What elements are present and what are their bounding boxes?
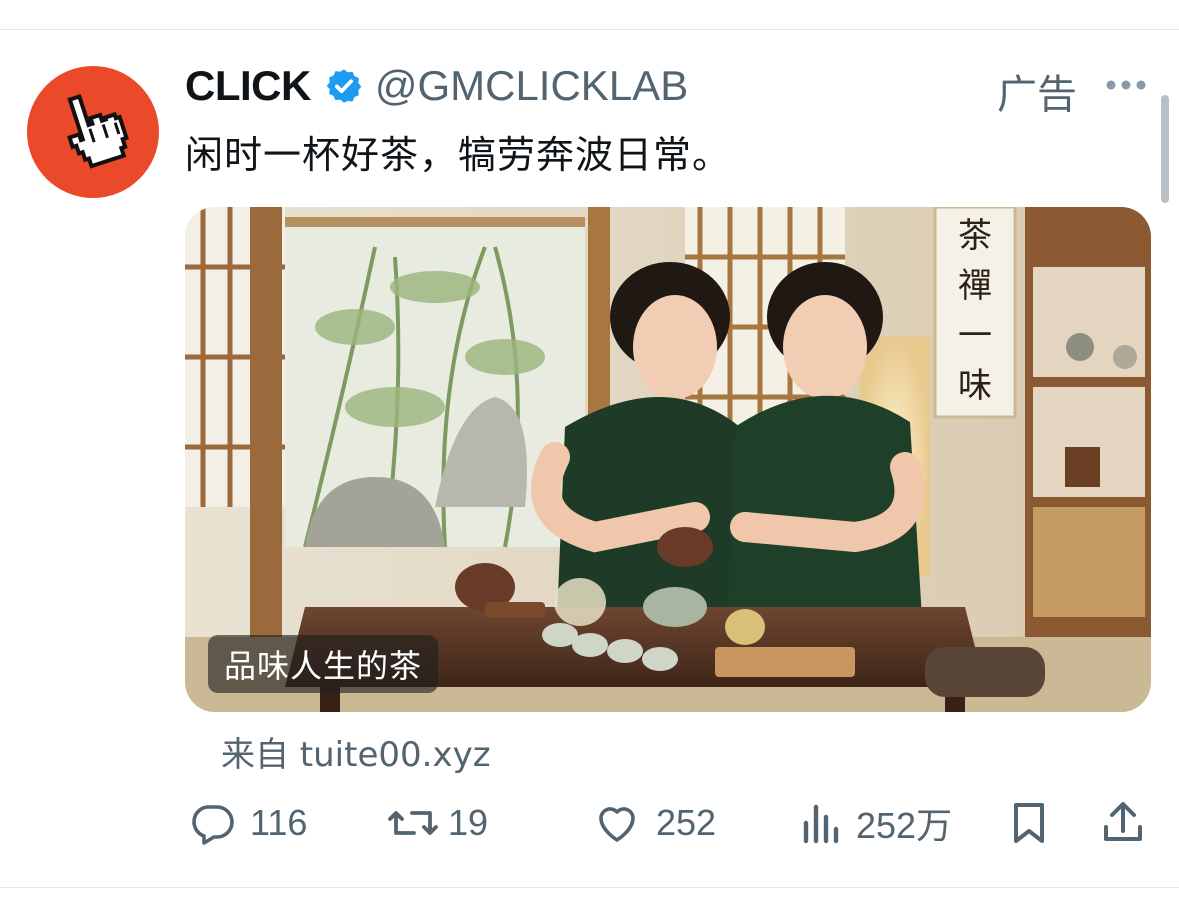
source-link[interactable]: 来自 tuite00.xyz xyxy=(221,727,491,776)
reply-button[interactable]: 116 xyxy=(188,798,307,848)
reply-count: 116 xyxy=(250,802,308,843)
bookmark-icon xyxy=(1008,799,1050,847)
retweet-button[interactable]: 19 xyxy=(386,798,488,848)
bottom-divider xyxy=(0,887,1179,888)
retweet-icon xyxy=(386,799,440,847)
share-icon xyxy=(1100,799,1146,847)
heart-icon xyxy=(592,799,642,847)
tweet-text: 闲时一杯好茶，犒劳奔波日常。 xyxy=(185,133,732,177)
pointing-hand-cursor-icon xyxy=(67,93,129,169)
more-dots-icon[interactable] xyxy=(1104,70,1148,100)
like-button[interactable]: 252 xyxy=(592,798,716,848)
avatar[interactable] xyxy=(27,66,159,198)
retweet-count: 19 xyxy=(448,802,489,843)
bookmark-button[interactable] xyxy=(1008,798,1050,848)
tweet-header: CLICK @GMCLICKLAB xyxy=(185,60,688,112)
scrollbar[interactable] xyxy=(1161,95,1169,203)
views-button[interactable]: 252万 xyxy=(800,798,952,848)
reply-icon xyxy=(188,799,236,847)
views-chart-icon xyxy=(800,799,842,847)
views-count: 252万 xyxy=(856,805,953,846)
top-divider xyxy=(0,29,1179,30)
author-handle[interactable]: @GMCLICKLAB xyxy=(375,62,688,110)
ad-label: 广告 xyxy=(997,72,1077,118)
verified-badge-icon xyxy=(325,67,363,105)
author-name[interactable]: CLICK xyxy=(185,62,311,110)
share-button[interactable] xyxy=(1100,798,1146,848)
media-caption: 品味人生的茶 xyxy=(208,635,439,693)
like-count: 252 xyxy=(656,802,717,843)
